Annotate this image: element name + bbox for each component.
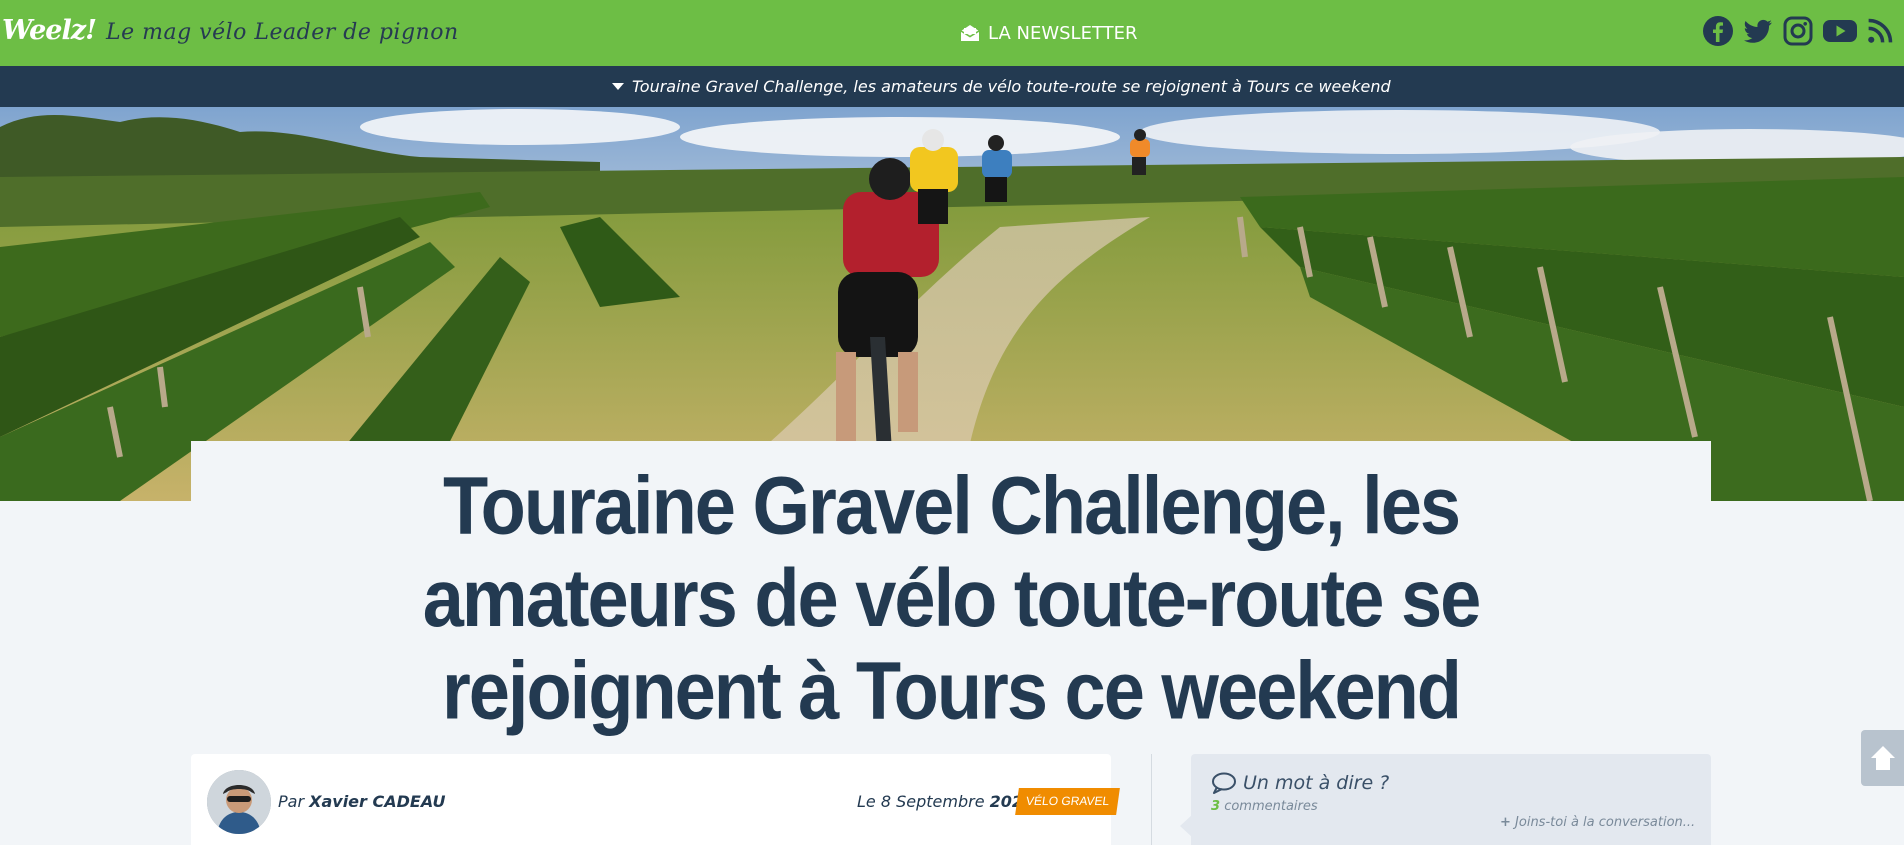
date-text: Le 8 Septembre (857, 792, 985, 811)
comments-title: Un mot à dire ? (1243, 772, 1390, 794)
rss-icon[interactable] (1866, 15, 1894, 47)
newsletter-link[interactable]: LA NEWSLETTER (960, 18, 1138, 48)
column-divider (1151, 754, 1152, 845)
facebook-icon[interactable] (1702, 15, 1734, 47)
join-label: Joins-toi à la conversation... (1515, 815, 1696, 830)
breaking-news-text: Touraine Gravel Challenge, les amateurs … (632, 77, 1391, 96)
plus-icon: + (1500, 815, 1511, 830)
envelope-open-icon (960, 25, 980, 41)
byline-prefix: Par (278, 792, 305, 811)
comments-heading[interactable]: Un mot à dire ? (1211, 772, 1389, 794)
article-title-line: amateurs de vélo toute-route se (422, 552, 1482, 644)
author-byline: Par Xavier CADEAU (278, 792, 445, 811)
breaking-news-bar: Touraine Gravel Challenge, les amateurs … (0, 66, 1904, 107)
instagram-icon[interactable] (1782, 15, 1814, 47)
arrow-up-icon (1870, 746, 1895, 770)
breaking-news-link[interactable]: Touraine Gravel Challenge, les amateurs … (612, 66, 1391, 107)
comments-count: 3 commentaires (1211, 799, 1318, 814)
youtube-icon[interactable] (1822, 15, 1858, 47)
social-links (1702, 15, 1894, 47)
scroll-to-top-button[interactable] (1861, 730, 1904, 786)
comments-count-label: commentaires (1224, 799, 1318, 814)
comments-count-number: 3 (1211, 799, 1221, 814)
speech-bubble-icon (1212, 772, 1236, 794)
article-title: Touraine Gravel Challenge, les amateurs … (191, 460, 1711, 737)
newsletter-label: LA NEWSLETTER (988, 22, 1138, 44)
category-badge[interactable]: VÉLO GRAVEL (1015, 788, 1121, 815)
site-tagline: Le mag vélo Leader de pignon (106, 20, 459, 45)
author-avatar[interactable] (207, 770, 271, 834)
publish-date: Le 8 Septembre 2023 (857, 792, 1034, 811)
article-title-line: rejoignent à Tours ce weekend (441, 644, 1462, 737)
join-conversation-link[interactable]: + Joins-toi à la conversation... (1500, 815, 1695, 830)
site-logo[interactable]: Weelz! (2, 14, 97, 48)
twitter-icon[interactable] (1742, 15, 1774, 47)
caret-down-icon (612, 83, 624, 90)
author-name[interactable]: Xavier CADEAU (309, 792, 445, 811)
article-title-line: Touraine Gravel Challenge, les (442, 460, 1461, 552)
top-bar: Weelz! Le mag vélo Leader de pignon LA N… (0, 0, 1904, 66)
